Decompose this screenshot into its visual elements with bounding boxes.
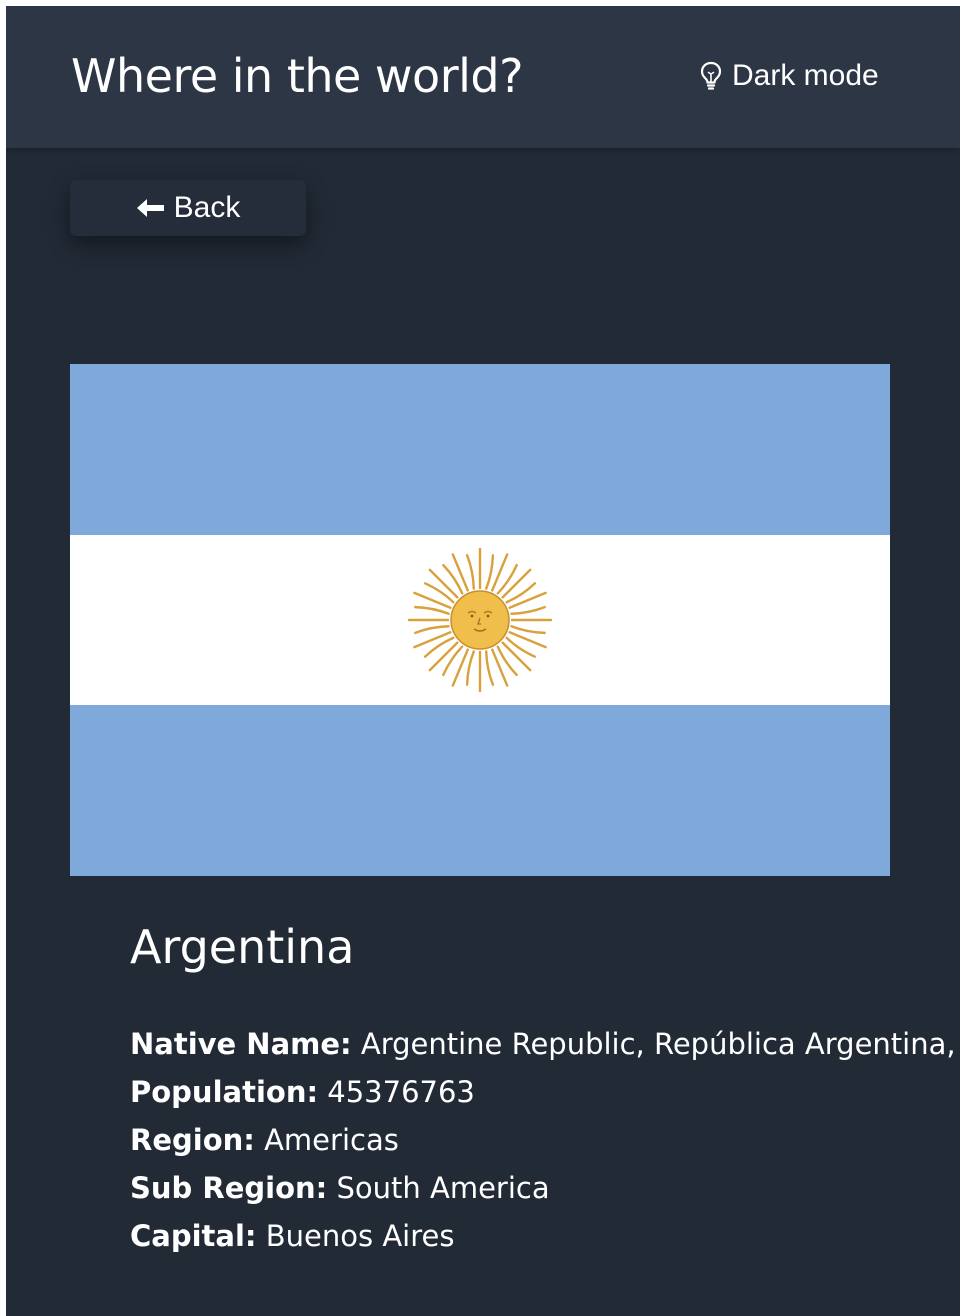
capital-value: Buenos Aires [265, 1219, 455, 1253]
app-root: Where in the world? Dark mode Back Argen… [6, 6, 960, 1316]
country-name: Argentina [130, 920, 355, 974]
population-label: Population: [130, 1075, 319, 1109]
sub-region-row: Sub Region: South America [130, 1164, 950, 1212]
population-value: 45376763 [327, 1075, 475, 1109]
dark-mode-toggle[interactable]: Dark mode [700, 54, 879, 98]
flag-argentina [70, 364, 890, 876]
site-header: Where in the world? Dark mode [6, 6, 960, 148]
site-title: Where in the world? [71, 49, 524, 103]
population-row: Population: 45376763 [130, 1068, 950, 1116]
sub-region-label: Sub Region: [130, 1171, 328, 1205]
country-details: Argentina Native Name: Argentine Republi… [130, 914, 956, 1260]
dark-mode-label: Dark mode [732, 59, 879, 92]
capital-label: Capital: [130, 1219, 257, 1253]
region-row: Region: Americas [130, 1116, 950, 1164]
region-value: Americas [264, 1123, 399, 1157]
sub-region-value: South America [336, 1171, 550, 1205]
native-name-value: Argentine Republic, República Argentina, [360, 1027, 956, 1061]
region-label: Region: [130, 1123, 255, 1157]
lightbulb-icon [700, 61, 722, 91]
capital-row: Capital: Buenos Aires [130, 1212, 950, 1260]
back-button[interactable]: Back [70, 180, 306, 236]
native-name-label: Native Name: [130, 1027, 352, 1061]
native-name-row: Native Name: Argentine Republic, Repúbli… [130, 1020, 956, 1068]
back-label: Back [173, 191, 241, 224]
arrow-left-icon [136, 197, 166, 219]
